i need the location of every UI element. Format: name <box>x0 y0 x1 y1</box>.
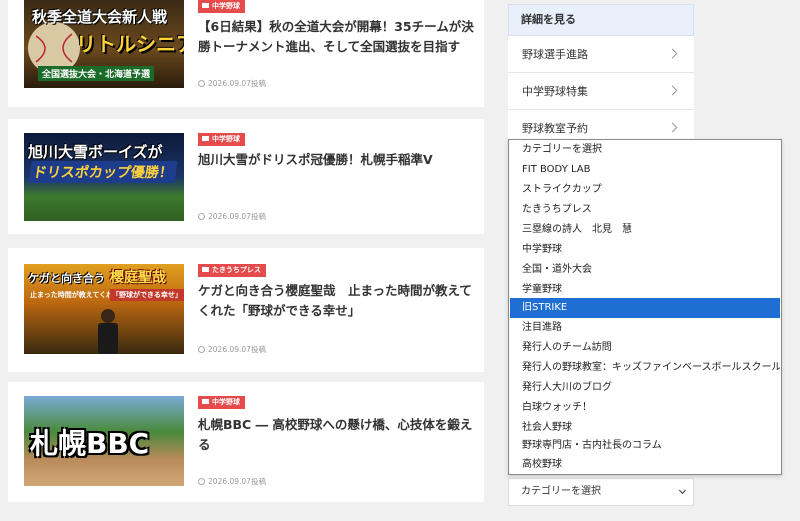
post-card[interactable]: 秋季全道大会新人戦 リトルシニア 全国選抜大会・北海道予選 中学野球 【6日結果… <box>8 0 484 107</box>
dropdown-option-selected[interactable]: 旧STRIKE <box>510 298 780 318</box>
dropdown-option[interactable]: 全国・道外大会 <box>510 260 780 280</box>
sidebar-item-label: 中学野球特集 <box>522 85 588 98</box>
post-date: 2026.09.07投稿 <box>198 476 266 487</box>
folder-icon <box>202 136 209 141</box>
post-date: 2026.09.07投稿 <box>198 211 266 222</box>
dropdown-option[interactable]: カテゴリーを選択 <box>510 140 780 160</box>
post-card[interactable]: 旭川大雪ボーイズが ドリスポカップ優勝！ 中学野球 旭川大雪がドリスポ冠優勝！札… <box>8 119 484 234</box>
player-image <box>98 309 118 354</box>
folder-icon <box>202 399 209 404</box>
sidebar-item-label: 野球教室予約 <box>522 122 588 135</box>
thumb-line: 全国選抜大会・北海道予選 <box>38 66 155 81</box>
chevron-down-icon <box>678 486 687 495</box>
category-dropdown-list[interactable]: カテゴリーを選択 FIT BODY LAB ストライクカップ たきうちプレス 三… <box>508 139 782 475</box>
dropdown-option[interactable]: 三塁線の詩人 北見 慧 <box>510 220 780 240</box>
dropdown-option[interactable]: 発行人の野球教室：キッズファインベースボールスクール <box>510 358 780 378</box>
category-label: 中学野球 <box>212 135 240 143</box>
thumb-line: 秋季全道大会新人戦 <box>32 8 168 26</box>
post-date: 2026.09.07投稿 <box>198 78 266 89</box>
sidebar-header: 詳細を見る <box>508 4 694 36</box>
post-title[interactable]: ケガと向き合う櫻庭聖哉 止まった時間が教えてくれた「野球ができる幸せ」 <box>198 281 480 321</box>
post-title[interactable]: 札幌BBC ― 高校野球への懸け橋、心技体を鍛える <box>198 415 480 455</box>
category-badge[interactable]: 中学野球 <box>198 396 245 409</box>
category-badge[interactable]: たきうちプレス <box>198 264 266 277</box>
dropdown-option[interactable]: 社会人野球 <box>510 418 780 438</box>
chevron-right-icon <box>667 122 678 133</box>
category-select-value: カテゴリーを選択 <box>521 486 601 497</box>
category-select[interactable]: カテゴリーを選択 <box>508 478 694 506</box>
clock-icon <box>198 478 205 485</box>
sidebar-item-junior-high[interactable]: 中学野球特集 <box>508 73 694 110</box>
post-thumbnail[interactable]: 旭川大雪ボーイズが ドリスポカップ優勝！ <box>24 133 184 221</box>
post-date: 2026.09.07投稿 <box>198 344 266 355</box>
post-thumbnail[interactable]: 秋季全道大会新人戦 リトルシニア 全国選抜大会・北海道予選 <box>24 0 184 88</box>
dropdown-option[interactable]: 白球ウォッチ！ <box>510 398 780 418</box>
dropdown-option[interactable]: 発行人のチーム訪問 <box>510 338 780 358</box>
category-badge[interactable]: 中学野球 <box>198 0 245 13</box>
dropdown-option[interactable]: 注目進路 <box>510 318 780 338</box>
clock-icon <box>198 80 205 87</box>
thumb-line: ドリスポカップ優勝！ <box>28 161 178 183</box>
category-label: たきうちプレス <box>212 266 261 274</box>
dropdown-option[interactable]: 発行人大川のブログ <box>510 378 780 398</box>
sidebar-item-career[interactable]: 野球選手進路 <box>508 36 694 73</box>
clock-icon <box>198 346 205 353</box>
clock-icon <box>198 213 205 220</box>
category-badge[interactable]: 中学野球 <box>198 133 245 146</box>
dropdown-option[interactable]: たきうちプレス <box>510 200 780 220</box>
dropdown-option[interactable]: ストライクカップ <box>510 180 780 200</box>
thumb-line: 札幌BBC <box>30 427 150 460</box>
post-title[interactable]: 【6日結果】秋の全道大会が開幕！35チームが決勝トーナメント進出、そして全国選抜… <box>198 17 480 57</box>
post-date-text: 2026.09.07投稿 <box>208 212 266 221</box>
dropdown-option[interactable]: 高校野球 <box>510 455 780 475</box>
category-label: 中学野球 <box>212 2 240 10</box>
post-date-text: 2026.09.07投稿 <box>208 477 266 486</box>
post-thumbnail[interactable]: ケガと向き合う 櫻庭聖哉 止まった時間が教えてくれた 「野球ができる幸せ」 <box>24 264 184 354</box>
post-date-text: 2026.09.07投稿 <box>208 79 266 88</box>
post-card[interactable]: ケガと向き合う 櫻庭聖哉 止まった時間が教えてくれた 「野球ができる幸せ」 たき… <box>8 248 484 372</box>
post-title[interactable]: 旭川大雪がドリスポ冠優勝！札幌手稲準V <box>198 150 480 170</box>
dropdown-option[interactable]: 学童野球 <box>510 280 780 300</box>
post-card[interactable]: 札幌BBC 中学野球 札幌BBC ― 高校野球への懸け橋、心技体を鍛える 202… <box>8 382 484 502</box>
folder-icon <box>202 267 209 272</box>
post-date-text: 2026.09.07投稿 <box>208 345 266 354</box>
folder-icon <box>202 3 209 8</box>
post-thumbnail[interactable]: 札幌BBC <box>24 396 184 486</box>
chevron-right-icon <box>667 48 678 59</box>
category-label: 中学野球 <box>212 398 240 406</box>
dropdown-option[interactable]: 中学野球 <box>510 240 780 260</box>
sidebar-item-label: 野球選手進路 <box>522 48 588 61</box>
chevron-right-icon <box>667 85 678 96</box>
dropdown-option[interactable]: FIT BODY LAB <box>510 160 780 180</box>
dropdown-option[interactable]: 野球専門店・古内社長のコラム <box>510 436 780 456</box>
thumb-line: リトルシニア <box>76 32 184 56</box>
thumb-line: 旭川大雪ボーイズが <box>28 143 163 161</box>
